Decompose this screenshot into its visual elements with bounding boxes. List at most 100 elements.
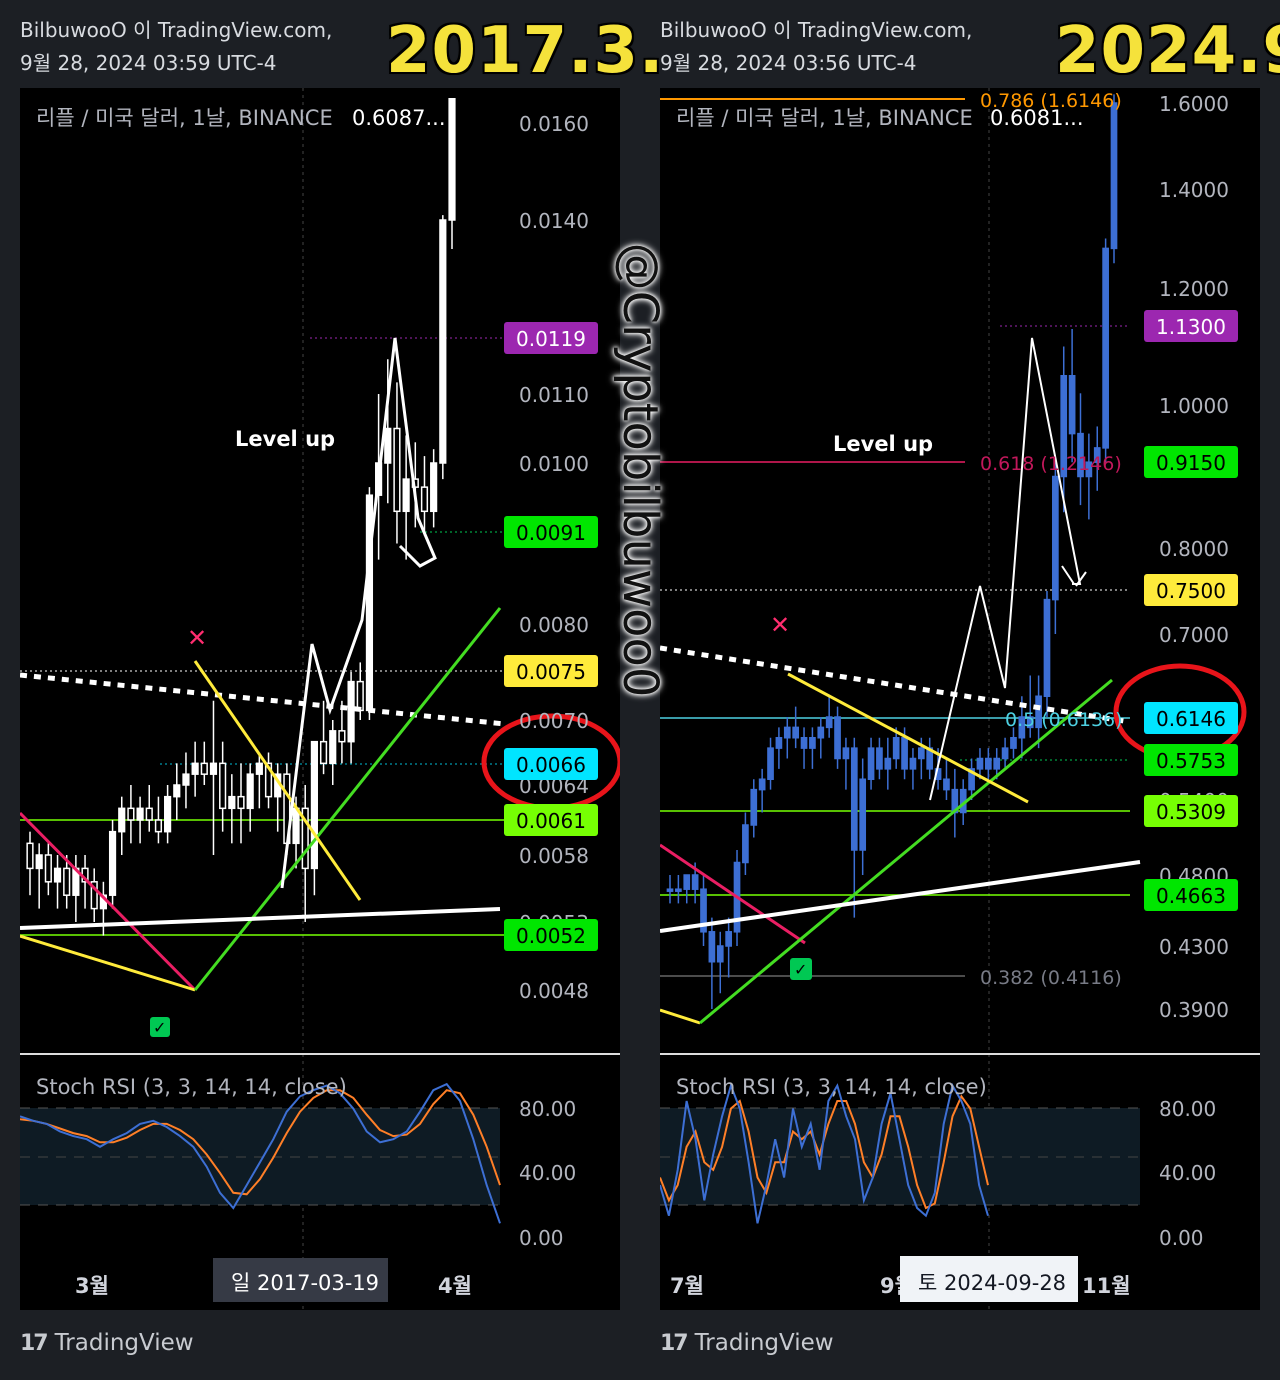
right-price-tag-label: 0.7500 xyxy=(1156,579,1226,603)
right-candle-body xyxy=(1052,475,1059,601)
left-price-tick: 0.0080 xyxy=(519,613,589,637)
right-candle-body xyxy=(725,931,732,947)
right-candle-body xyxy=(758,778,766,791)
right-price-tag-label: 1.1300 xyxy=(1156,315,1226,339)
right-white-support xyxy=(660,860,1141,933)
left-price-tag-label: 0.0052 xyxy=(516,924,586,948)
left-price-tag-label: 0.0091 xyxy=(516,521,586,545)
left-candle-body xyxy=(26,842,34,870)
left-candle-body xyxy=(154,819,163,833)
left-symbol-price: 0.6087... xyxy=(352,106,446,130)
right-symbol-price: 0.6081... xyxy=(990,106,1084,130)
right-header-author: BilbuwooO 이 TradingView.com, xyxy=(660,18,973,42)
right-candle-body xyxy=(783,726,791,739)
right-price-tick: 1.6000 xyxy=(1159,92,1229,116)
right-yellow-base-line xyxy=(660,1008,701,1025)
left-candle-body xyxy=(402,478,410,513)
left-candle-body xyxy=(356,680,364,712)
tradingview-logo-icon: 17 xyxy=(660,1330,689,1356)
right-candle-body xyxy=(691,874,699,890)
left-candle-body xyxy=(246,773,254,810)
left-candle-body xyxy=(53,867,62,883)
right-chart-svg[interactable]: ✕ ✓ 0.786 (1.6146) 0.618 (1.2146) 0.5 (0… xyxy=(660,88,1260,1310)
right-footer: 17 TradingView xyxy=(660,1330,834,1356)
left-candle-body xyxy=(228,795,236,810)
left-candle-body xyxy=(420,486,429,513)
right-fib-0618-label: 0.618 (1.2146) xyxy=(980,453,1122,475)
right-price-tick: 0.8000 xyxy=(1159,537,1229,561)
left-header-timestamp: 9월 28, 2024 03:59 UTC-4 xyxy=(20,51,277,75)
right-candle-body xyxy=(792,726,800,739)
right-candle-body xyxy=(683,874,691,890)
right-symbol-line: 리플 / 미국 달러, 1날, BINANCE xyxy=(676,106,973,130)
right-annotation-level-up: Level up xyxy=(833,432,933,456)
left-footer: 17 TradingView xyxy=(20,1330,194,1356)
left-candle-body xyxy=(145,807,153,821)
left-header: BilbuwooO 이 TradingView.com, 9월 28, 2024… xyxy=(20,14,332,80)
left-candle-body xyxy=(200,762,208,775)
right-header-timestamp: 9월 28, 2024 03:56 UTC-4 xyxy=(660,51,917,75)
right-candle-body xyxy=(750,788,758,826)
left-candle-body xyxy=(338,730,346,743)
left-candle-body xyxy=(173,784,181,798)
right-fib-05-label: 0.5 (0.6136) xyxy=(1005,709,1123,731)
right-price-tag-label: 0.5753 xyxy=(1156,749,1226,773)
left-candles-group xyxy=(26,98,456,936)
right-price-tick: 1.0000 xyxy=(1159,394,1229,418)
left-candle-body xyxy=(209,762,218,775)
left-candle-body xyxy=(44,854,52,883)
right-candle-body xyxy=(993,757,1001,770)
right-candle-body xyxy=(976,757,984,770)
right-price-tick: 0.3900 xyxy=(1159,998,1229,1022)
left-candle-body xyxy=(430,462,438,513)
left-dotted-resistance xyxy=(20,672,506,727)
right-candle-body xyxy=(850,747,858,851)
left-candle-body xyxy=(182,773,190,786)
left-osc-axis: 80.00 40.00 0.00 xyxy=(519,1097,576,1250)
left-chart-svg[interactable]: ✕ ✓ 0.0160 0.0140 0.0110 0.0100 0.0080 0.0070… xyxy=(20,88,620,1310)
right-osc-tick: 0.00 xyxy=(1159,1226,1204,1250)
right-candle-body xyxy=(943,778,950,791)
left-price-axis: 0.0160 0.0140 0.0110 0.0100 0.0080 0.0070 0.00… xyxy=(519,112,589,1003)
right-candle-body xyxy=(1102,247,1109,449)
right-check-icon: ✓ xyxy=(794,960,807,979)
right-fib-0382-label: 0.382 (0.4116) xyxy=(980,967,1122,989)
left-price-tag-label: 0.0119 xyxy=(516,327,586,351)
left-footer-brand: TradingView xyxy=(54,1330,194,1356)
right-big-date: 2024.9. xyxy=(1055,14,1280,88)
left-big-date: 2017.3. xyxy=(386,14,665,88)
left-crosshair-date: 일 2017-03-19 xyxy=(231,1271,379,1295)
left-candle-body xyxy=(127,807,135,821)
right-candle-body xyxy=(909,757,917,770)
left-candle-body xyxy=(108,830,117,896)
right-candles-group xyxy=(666,94,1118,1009)
right-osc-axis: 80.00 40.00 0.00 xyxy=(1159,1097,1216,1250)
left-candle-body xyxy=(136,807,144,821)
right-price-tag-label: 0.5309 xyxy=(1156,800,1226,824)
left-price-tag-label: 0.0061 xyxy=(516,809,586,833)
right-x-label-july: 7월 xyxy=(670,1274,704,1298)
left-candle-body xyxy=(63,867,71,896)
left-osc-tick: 80.00 xyxy=(519,1097,576,1121)
right-candle-body xyxy=(867,747,875,780)
right-candle-body xyxy=(1001,747,1009,760)
left-x-label-april: 4월 xyxy=(438,1274,472,1298)
right-price-tick: 1.4000 xyxy=(1159,178,1229,202)
left-osc-tick: 0.00 xyxy=(519,1226,564,1250)
left-candle-body xyxy=(191,762,199,775)
left-candle-body xyxy=(35,854,43,870)
left-annotation-level-up: Level up xyxy=(235,427,335,451)
tradingview-logo-icon: 17 xyxy=(20,1330,49,1356)
right-candle-body xyxy=(1110,102,1118,250)
right-price-tag-label: 0.4663 xyxy=(1156,884,1226,908)
left-white-support xyxy=(20,907,501,930)
left-price-tick: 0.0160 xyxy=(519,112,589,136)
right-candle-body xyxy=(666,888,674,892)
right-price-tick: 0.7000 xyxy=(1159,623,1229,647)
right-chart[interactable]: ✕ ✓ 0.786 (1.6146) 0.618 (1.2146) 0.5 (0… xyxy=(660,88,1260,1310)
left-chart[interactable]: ✕ ✓ 0.0160 0.0140 0.0110 0.0100 0.0080 0.0070… xyxy=(20,88,620,1310)
right-candle-body xyxy=(716,945,724,963)
left-price-tick: 0.0058 xyxy=(519,844,589,868)
right-candle-body xyxy=(767,747,774,780)
left-price-tag-label: 0.0075 xyxy=(516,660,586,684)
